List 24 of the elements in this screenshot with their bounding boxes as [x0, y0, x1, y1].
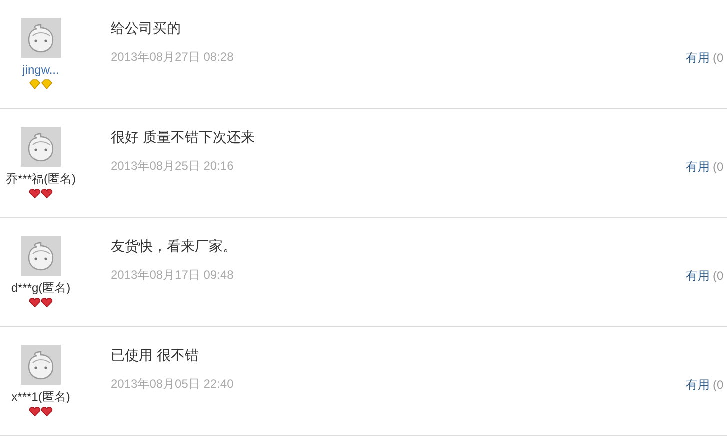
avatar-icon [21, 127, 61, 167]
user-name: 乔***福(匿名) [6, 171, 76, 187]
useful-link[interactable]: 有用 [686, 159, 710, 217]
review-comment: 很好 质量不错下次还来 [111, 128, 256, 146]
review-date: 2013年08月05日 22:40 [111, 376, 235, 392]
user-name: x***1(匿名) [12, 389, 70, 405]
review-date: 2013年08月17日 09:48 [111, 267, 235, 283]
useful-count: (0 [713, 268, 724, 285]
useful-count: (0 [713, 159, 724, 176]
user-name: d***g(匿名) [11, 280, 71, 296]
useful-link[interactable]: 有用 [686, 377, 710, 435]
avatar-icon [21, 18, 61, 58]
avatar-icon [21, 345, 61, 385]
useful-link[interactable]: 有用 [686, 268, 710, 326]
useful-count: (0 [713, 50, 724, 67]
useful-link[interactable]: 有用 [686, 50, 710, 108]
review-date: 2013年08月27日 08:28 [111, 49, 235, 65]
review-comment: 给公司买的 [111, 19, 182, 37]
review-comment: 已使用 很不错 [111, 346, 200, 364]
useful-count: (0 [713, 377, 724, 394]
review-comment: 友货快，看来厂家。 [111, 237, 238, 255]
avatar-icon [21, 236, 61, 276]
user-name[interactable]: jingw... [22, 62, 60, 78]
review-date: 2013年08月25日 20:16 [111, 158, 235, 174]
